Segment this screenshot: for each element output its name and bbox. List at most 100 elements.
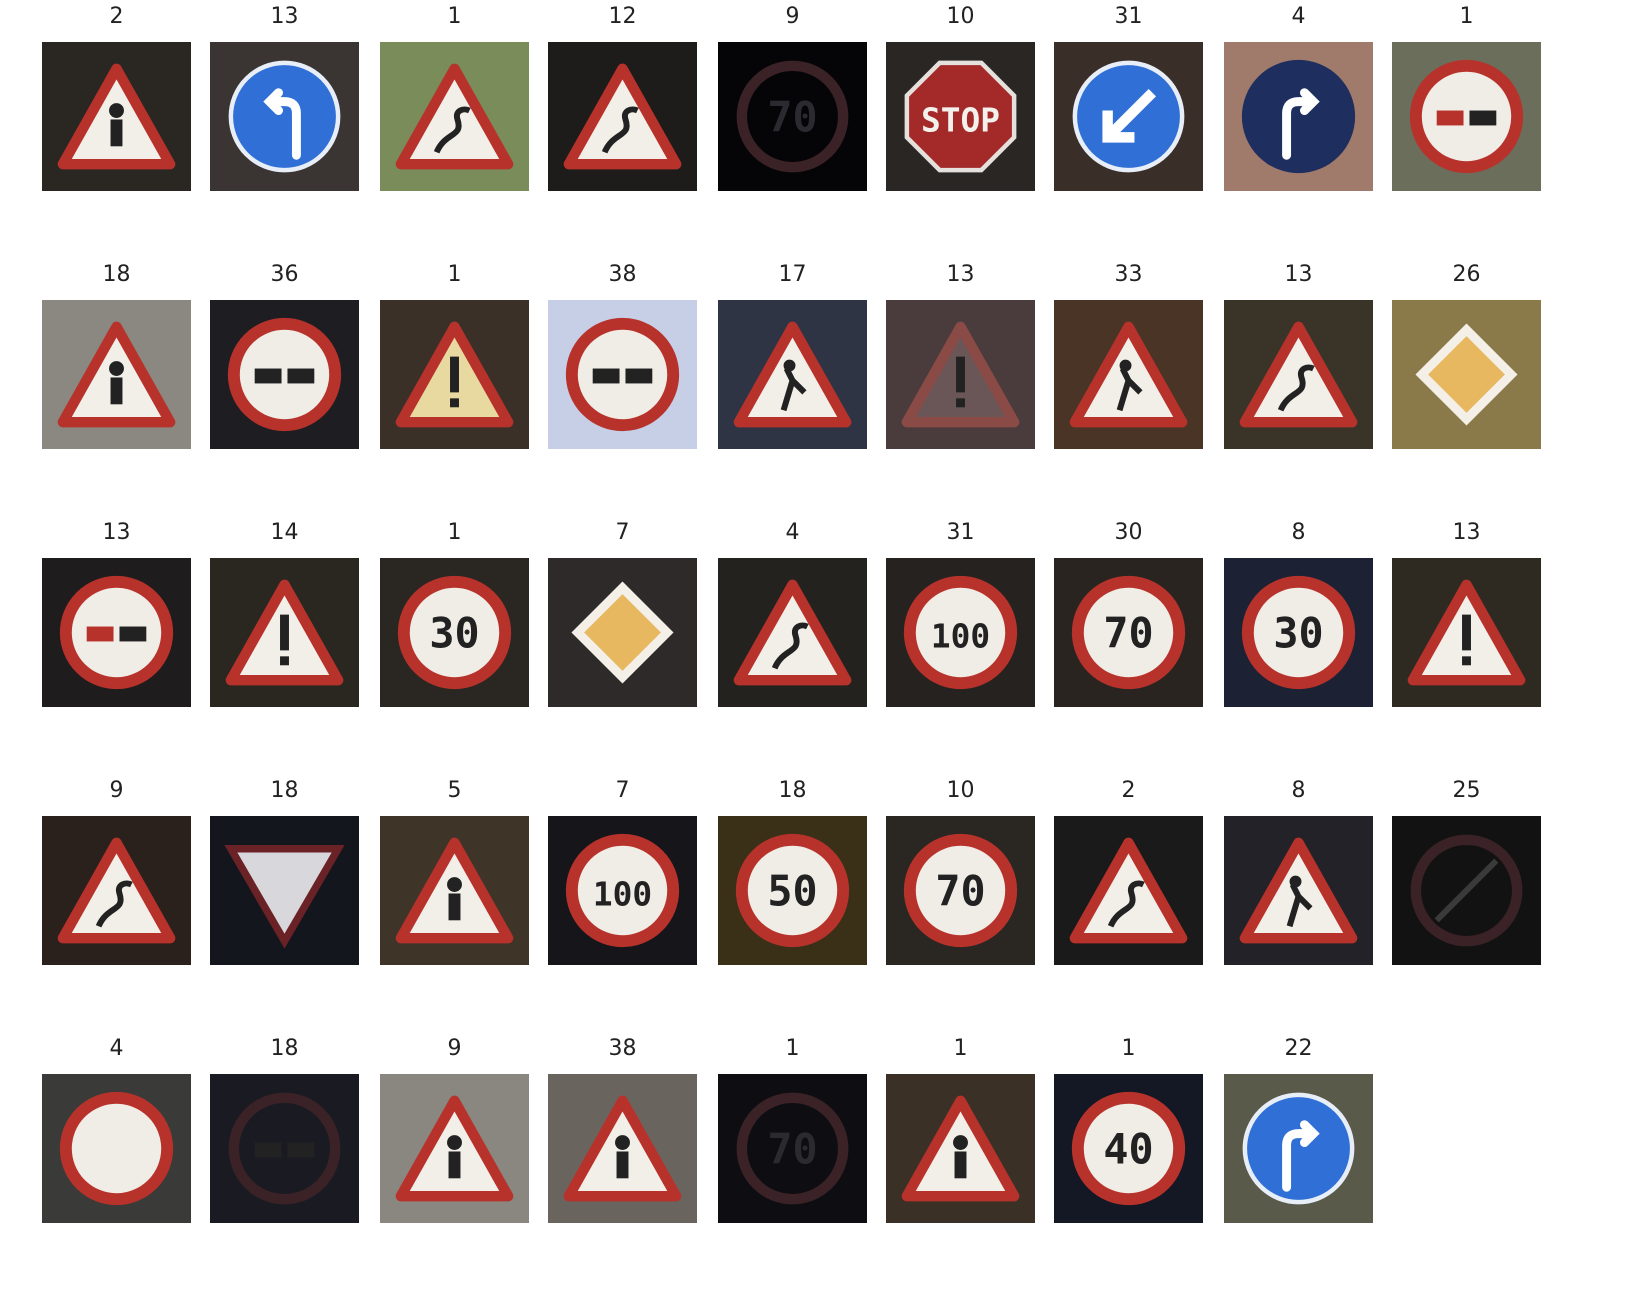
sign-sample-cell: 1: [380, 262, 529, 449]
sign-image: [380, 1074, 529, 1223]
class-label: 13: [946, 262, 975, 287]
mandatory-circle: [228, 60, 341, 173]
class-label: 1: [953, 1036, 968, 1061]
sign-sample-cell: 2: [42, 4, 191, 191]
pedestrian-icon: [109, 103, 124, 118]
sign-sample-cell: 1: [1392, 4, 1541, 191]
sign-sample-cell: 1: [380, 4, 529, 191]
sign-image: [1224, 300, 1373, 449]
class-label: 12: [608, 4, 637, 29]
sign-image: [548, 42, 697, 191]
vehicle-icon: [86, 626, 114, 642]
sign-image: [886, 300, 1035, 449]
class-label: 38: [608, 1036, 637, 1061]
sign-image: 70: [718, 1074, 867, 1223]
class-label: 10: [946, 778, 975, 803]
class-label: 1: [447, 520, 462, 545]
sign-sample-cell: 14: [210, 520, 359, 707]
sign-sample-cell: 9: [380, 1036, 529, 1223]
sign-text: 40: [1103, 1124, 1153, 1173]
exclamation-icon: [1462, 614, 1471, 651]
class-label: 25: [1452, 778, 1481, 803]
class-label: 1: [1121, 1036, 1136, 1061]
vehicle-icon: [592, 368, 620, 384]
class-label: 26: [1452, 262, 1481, 287]
class-label: 18: [102, 262, 131, 287]
sign-sample-cell: 18: [210, 778, 359, 965]
sign-image: 50: [718, 816, 867, 965]
sign-text: STOP: [921, 101, 1000, 139]
class-label: 8: [1291, 520, 1306, 545]
prohibition-circle: [227, 317, 342, 432]
class-label: 31: [1114, 4, 1143, 29]
sign-sample-cell: 38: [548, 262, 697, 449]
sign-sample-cell: 1 70: [718, 1036, 867, 1223]
sign-image: [886, 1074, 1035, 1223]
sign-sample-cell: 8 30: [1224, 520, 1373, 707]
class-label: 9: [109, 778, 124, 803]
class-label: 9: [447, 1036, 462, 1061]
mandatory-circle: [1241, 59, 1356, 174]
class-label: 13: [1284, 262, 1313, 287]
class-label: 1: [785, 1036, 800, 1061]
sign-sample-cell: 1 30: [380, 520, 529, 707]
sign-image: 100: [886, 558, 1035, 707]
class-label: 7: [615, 778, 630, 803]
class-label: 1: [447, 262, 462, 287]
prohibition-circle: [1409, 59, 1524, 174]
sign-image: [718, 300, 867, 449]
sign-image: [548, 1074, 697, 1223]
sign-sample-cell: 31 100: [886, 520, 1035, 707]
sign-sample-cell: 1: [886, 1036, 1035, 1223]
sign-text: 100: [593, 875, 652, 913]
class-label: 4: [785, 520, 800, 545]
sign-sample-cell: 5: [380, 778, 529, 965]
sign-image: [380, 42, 529, 191]
sign-sample-cell: 18: [42, 262, 191, 449]
sign-image: [1054, 300, 1203, 449]
sign-image: [210, 300, 359, 449]
sign-image: [210, 558, 359, 707]
sign-text: 70: [935, 866, 985, 915]
pedestrian-icon: [447, 1135, 462, 1150]
sign-image: [1392, 300, 1541, 449]
exclamation-icon: [280, 614, 289, 651]
sign-image: [548, 300, 697, 449]
class-label: 4: [109, 1036, 124, 1061]
sign-sample-cell: 13: [886, 262, 1035, 449]
class-label: 4: [1291, 4, 1306, 29]
sign-sample-cell: 4: [42, 1036, 191, 1223]
sign-text: 70: [767, 92, 817, 141]
sign-image: [42, 300, 191, 449]
sign-text: 50: [767, 866, 817, 915]
sign-sample-cell: 4: [718, 520, 867, 707]
sign-sample-cell: 13: [210, 4, 359, 191]
sign-image: [718, 558, 867, 707]
sign-sample-cell: 9: [42, 778, 191, 965]
sign-sample-cell: 7: [548, 520, 697, 707]
sign-sample-cell: 38: [548, 1036, 697, 1223]
class-label: 13: [1452, 520, 1481, 545]
class-label: 7: [615, 520, 630, 545]
sign-image: 30: [1224, 558, 1373, 707]
sign-image: [210, 816, 359, 965]
sign-image: [1392, 558, 1541, 707]
sign-image: [42, 816, 191, 965]
sign-text: 100: [931, 617, 990, 655]
sign-sample-cell: 13: [42, 520, 191, 707]
sign-image: 40: [1054, 1074, 1203, 1223]
sign-text: 70: [1103, 608, 1153, 657]
sign-sample-cell: 4: [1224, 4, 1373, 191]
sign-sample-cell: 31: [1054, 4, 1203, 191]
class-label: 18: [270, 778, 299, 803]
sign-sample-cell: 25: [1392, 778, 1541, 965]
prohibition-circle: [59, 575, 174, 690]
class-label: 2: [109, 4, 124, 29]
pedestrian-icon: [615, 1135, 630, 1150]
sign-sample-cell: 30 70: [1054, 520, 1203, 707]
sign-sample-cell: 9 70: [718, 4, 867, 191]
sign-sample-grid: 2 13 1 12 9 70 10 STOP 31 4 1 18 36 1 38 17 13 33 13 26 13 14…: [0, 0, 1642, 1296]
class-label: 18: [778, 778, 807, 803]
sign-image: [380, 816, 529, 965]
sign-text: 70: [767, 1124, 817, 1173]
